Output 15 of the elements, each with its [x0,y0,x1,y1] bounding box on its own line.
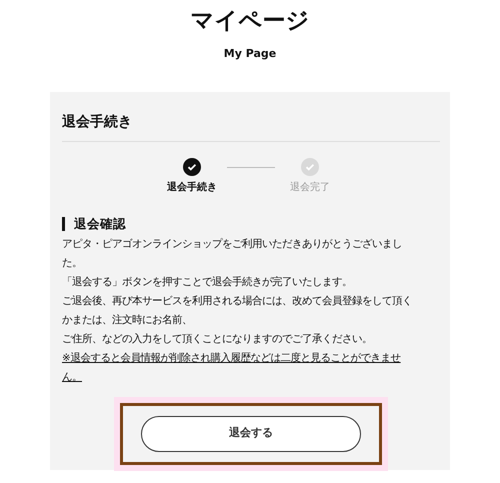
body-text: かまたは、注文時にお名前、 [62,312,193,328]
page-title: マイページ [190,7,310,36]
body-text: た。 [62,256,83,270]
body-text: ご住所、などの入力をして頂くことになりますのでご了承ください。 [62,332,373,346]
panel-heading: 退会手続き [62,112,440,142]
step-label: 退会手続き [167,180,217,194]
warning-text: ん。 [62,370,83,384]
body-text: 「退会する」ボタンを押すことで退会手続きが完了いたします。 [62,274,353,290]
body-text: アピタ・ピアゴオンラインショップをご利用いただきありがとうございまし [62,236,403,252]
body-text: ご退会後、再び本サービスを利用される場合には、改めて会員登録をして頂く [62,294,413,308]
section-heading: 退会確認 [62,216,440,230]
warning-text: ※退会すると会員情報が削除され購入履歴などは二度と見ることができませ [62,350,402,366]
step-label: 退会完了 [290,180,330,194]
page-subtitle: My Page [222,46,278,62]
withdraw-button[interactable]: 退会する [141,416,361,452]
